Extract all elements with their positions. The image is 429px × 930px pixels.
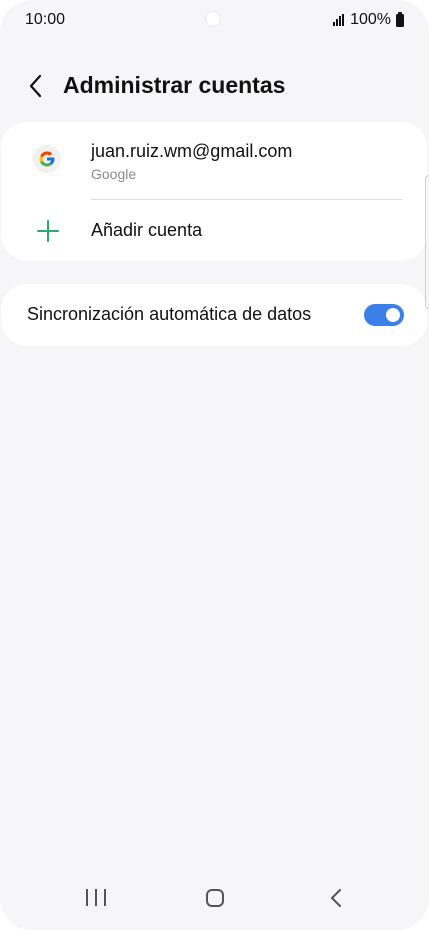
home-button[interactable] <box>206 889 224 907</box>
status-indicators: 100% <box>333 11 404 29</box>
account-item-google[interactable]: juan.ruiz.wm@gmail.com Google <box>1 122 427 198</box>
google-logo-icon <box>33 145 61 173</box>
account-email: juan.ruiz.wm@gmail.com <box>91 141 293 161</box>
accounts-card: juan.ruiz.wm@gmail.com Google Añadir cue… <box>1 122 427 261</box>
signal-icon <box>333 14 345 26</box>
google-g-icon <box>39 151 55 167</box>
status-bar: 10:00 100% <box>0 0 429 40</box>
app-bar: Administrar cuentas <box>0 64 429 108</box>
add-account-button[interactable]: Añadir cuenta <box>1 200 427 260</box>
battery-icon <box>396 11 404 27</box>
phone-screen: 10:00 100% Administrar cuentas juan.ruiz… <box>0 0 429 930</box>
front-camera <box>205 11 221 27</box>
auto-sync-label: Sincronización automática de datos <box>27 304 312 324</box>
nav-back-button[interactable] <box>326 888 346 908</box>
toggle-knob <box>386 308 400 322</box>
auto-sync-toggle[interactable] <box>364 304 404 326</box>
auto-sync-row[interactable]: Sincronización automática de datos <box>1 284 427 346</box>
navigation-bar <box>0 874 429 930</box>
back-button[interactable] <box>18 68 54 104</box>
recents-icon-bar <box>86 889 88 906</box>
recents-icon-bar <box>95 889 97 906</box>
recents-icon-bar <box>104 889 106 906</box>
add-account-label: Añadir cuenta <box>91 220 203 240</box>
chevron-left-icon <box>29 74 42 98</box>
status-time: 10:00 <box>25 11 66 28</box>
edge-panel-handle[interactable] <box>425 175 429 309</box>
recents-button[interactable] <box>86 889 106 907</box>
account-type: Google <box>91 166 137 182</box>
page-title: Administrar cuentas <box>63 72 286 98</box>
plus-icon <box>37 220 59 242</box>
battery-percentage: 100% <box>350 11 391 28</box>
